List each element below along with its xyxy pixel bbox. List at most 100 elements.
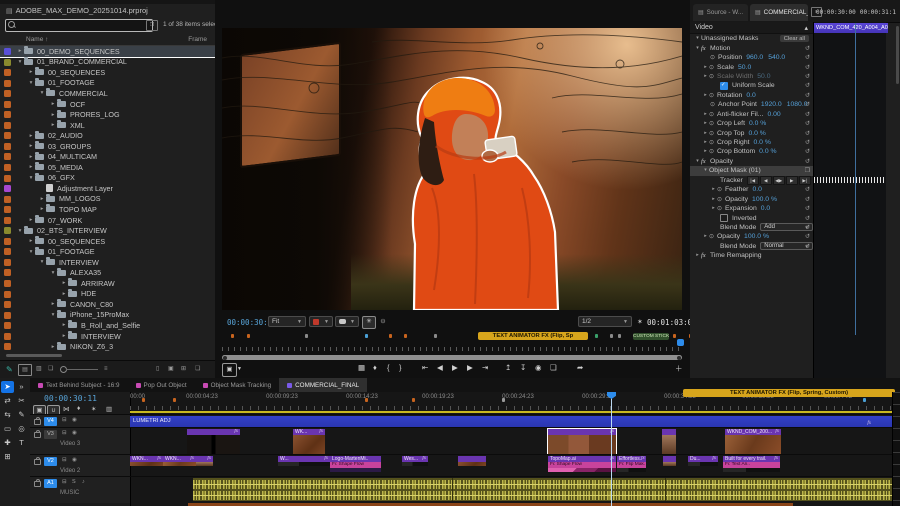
tree-item-label[interactable]: ALEXA35 bbox=[70, 268, 101, 277]
sequence-tab[interactable]: COMMERCIAL_FINAL bbox=[279, 378, 367, 392]
expand-arrow-icon[interactable]: ▸ bbox=[27, 143, 35, 149]
tree-row[interactable]: ▸ 04_MULTICAM bbox=[0, 151, 215, 162]
column-frame[interactable]: Frame bbox=[188, 36, 207, 43]
fx-section-time-remapping[interactable]: ▸ fx Time Remapping bbox=[690, 251, 813, 260]
video-clip[interactable]: Effortless.fx Fi: Flip Mak. bbox=[617, 456, 646, 472]
tree-item-label[interactable]: OCF bbox=[70, 100, 85, 109]
mask-icon[interactable]: ❐ bbox=[805, 167, 810, 174]
tree-row[interactable]: ▾ ALEXA35 bbox=[0, 267, 215, 278]
label-color-swatch[interactable] bbox=[4, 291, 11, 298]
stopwatch-icon[interactable]: ⊙ bbox=[709, 120, 717, 127]
fx-row-unassigned-masks[interactable]: ▾ Unassigned Masks Clear all bbox=[690, 34, 813, 43]
monitor-time-ruler[interactable] bbox=[222, 341, 682, 351]
horizontal-scrollbar[interactable] bbox=[0, 353, 215, 358]
tree-item-label[interactable]: TOPO MAP bbox=[59, 205, 97, 214]
scale-value[interactable]: 50.0 bbox=[738, 64, 751, 71]
mute-icon[interactable]: ⊟ bbox=[62, 417, 67, 423]
tree-row[interactable]: ▸ 00_SEQUENCES bbox=[0, 67, 215, 78]
mark-in-button[interactable]: { bbox=[387, 363, 390, 372]
stopwatch-icon[interactable]: ⊙ bbox=[717, 186, 725, 193]
sequence-tab[interactable]: Pop Out Object bbox=[128, 378, 195, 392]
expand-arrow-icon[interactable]: ▸ bbox=[27, 238, 35, 244]
tree-item-label[interactable]: 01_FOOTAGE bbox=[48, 78, 95, 87]
video-clip[interactable]: WK...fx bbox=[293, 429, 325, 454]
tree-item-label[interactable]: Adjustment Layer bbox=[57, 184, 113, 193]
tree-row[interactable]: ▾ 01_FOOTAGE bbox=[0, 78, 215, 89]
expand-arrow-icon[interactable]: ▾ bbox=[38, 259, 46, 265]
expand-arrow-icon[interactable]: ▾ bbox=[49, 270, 57, 276]
expand-arrow-icon[interactable]: ▸ bbox=[702, 140, 709, 145]
sequence-marker[interactable] bbox=[365, 334, 368, 338]
expand-arrow-icon[interactable]: ▸ bbox=[702, 149, 709, 154]
stopwatch-icon[interactable]: ⊙ bbox=[717, 196, 725, 203]
crop-right-value[interactable]: 0.0 % bbox=[754, 139, 771, 146]
reset-icon[interactable]: ↺ bbox=[805, 64, 810, 71]
label-color-swatch[interactable] bbox=[4, 206, 11, 213]
mute-icon[interactable]: ⊟ bbox=[62, 430, 67, 436]
lift-button[interactable]: ↥ bbox=[505, 363, 511, 372]
tree-item-label[interactable]: XML bbox=[70, 121, 85, 130]
track-frame-button[interactable]: ◀▶ bbox=[773, 176, 785, 185]
tree-item-label[interactable]: COMMERCIAL bbox=[59, 89, 108, 98]
settings-wrench-icon[interactable]: ✶ bbox=[637, 318, 643, 326]
fx-mini-timeline[interactable]: WKND_COM_420_A004_A007_0 bbox=[813, 22, 886, 378]
tree-item-label[interactable]: ARRIRAW bbox=[81, 279, 115, 288]
expand-arrow-icon[interactable]: ▾ bbox=[27, 80, 35, 86]
video-clip[interactable]: Logo-MartenMi.. Fi: Shape Flow bbox=[330, 456, 381, 472]
razor-tool[interactable]: ✂ bbox=[15, 395, 28, 407]
label-color-swatch[interactable] bbox=[4, 280, 11, 287]
stopwatch-icon[interactable]: ⊙ bbox=[717, 205, 725, 212]
position-y-value[interactable]: 540.0 bbox=[768, 54, 785, 61]
timeline-marker[interactable] bbox=[365, 398, 368, 402]
label-color-swatch[interactable] bbox=[4, 122, 11, 129]
stopwatch-icon[interactable]: ⊙ bbox=[709, 111, 717, 118]
tree-row[interactable]: ▸ 03_GROUPS bbox=[0, 141, 215, 152]
tree-item-label[interactable]: 00_SEQUENCES bbox=[48, 237, 105, 246]
add-button[interactable]: ＋ bbox=[675, 363, 683, 374]
reset-icon[interactable]: ↺ bbox=[805, 101, 810, 108]
tab-effect-controls[interactable]: ▤ COMMERCIAL_F... bbox=[750, 4, 808, 21]
tree-row[interactable]: ▸ MM_LOGOS bbox=[0, 194, 215, 205]
tree-row[interactable]: ▾ iPhone_15ProMax bbox=[0, 310, 215, 321]
expand-arrow-icon[interactable]: ▸ bbox=[702, 121, 709, 126]
label-color-swatch[interactable] bbox=[4, 217, 11, 224]
position-x-value[interactable]: 960.0 bbox=[746, 54, 763, 61]
tree-row[interactable]: ▸ TOPO MAP bbox=[0, 204, 215, 215]
eye-icon[interactable]: ◉ bbox=[72, 457, 77, 463]
sequence-marker[interactable] bbox=[247, 334, 250, 338]
timeline-marker[interactable] bbox=[502, 398, 505, 402]
expand-arrow-icon[interactable]: ▸ bbox=[38, 196, 46, 202]
tree-row[interactable]: ▾ 06_GFX bbox=[0, 173, 215, 184]
adjustment-layer-clip[interactable]: LUMETRI ADJ fx bbox=[130, 416, 893, 427]
playback-resolution-select[interactable]: 1/2▼ bbox=[578, 316, 632, 327]
expand-arrow-icon[interactable]: ▸ bbox=[60, 322, 68, 328]
go-to-in-button[interactable]: ⇤ bbox=[422, 363, 428, 372]
track-v2-badge[interactable]: V2 bbox=[44, 457, 57, 466]
label-color-swatch[interactable] bbox=[4, 59, 11, 66]
pen-tool[interactable]: ✎ bbox=[15, 409, 28, 421]
reset-icon[interactable]: ↺ bbox=[805, 196, 810, 203]
tree-row[interactable]: ▾ 01_BRAND_COMMERCIAL bbox=[0, 57, 215, 68]
fx-scrollbar[interactable] bbox=[896, 26, 899, 84]
video-clip[interactable]: fx bbox=[196, 456, 213, 472]
export-button[interactable]: ➦ bbox=[577, 363, 583, 372]
expand-arrow-icon[interactable]: ▸ bbox=[702, 234, 709, 239]
reset-icon[interactable]: ↺ bbox=[805, 148, 810, 155]
list-view-button[interactable]: ▤ bbox=[18, 364, 32, 376]
expand-arrow-icon[interactable]: ▾ bbox=[38, 90, 46, 96]
video-clip[interactable]: fx bbox=[187, 429, 240, 454]
sequence-marker[interactable] bbox=[673, 334, 676, 338]
tree-item-label[interactable]: 06_GFX bbox=[48, 173, 75, 182]
tree-item-label[interactable]: 05_MEDIA bbox=[48, 163, 83, 172]
tree-item-label[interactable]: MM_LOGOS bbox=[59, 194, 101, 203]
tree-item-label[interactable]: 04_MULTICAM bbox=[48, 152, 97, 161]
mute-icon[interactable]: ⊟ bbox=[62, 479, 67, 485]
reset-icon[interactable]: ↺ bbox=[805, 130, 810, 137]
tree-row[interactable]: ▾ 01_FOOTAGE bbox=[0, 246, 215, 257]
reset-icon[interactable]: ↺ bbox=[805, 139, 810, 146]
track-back-button[interactable]: ◀ bbox=[760, 176, 772, 185]
zoom-tool[interactable]: ◎ bbox=[15, 423, 28, 435]
sequence-marker[interactable] bbox=[618, 334, 621, 338]
tracker-keyframes[interactable] bbox=[814, 177, 884, 183]
track-a1-badge[interactable]: A1 bbox=[44, 479, 57, 488]
